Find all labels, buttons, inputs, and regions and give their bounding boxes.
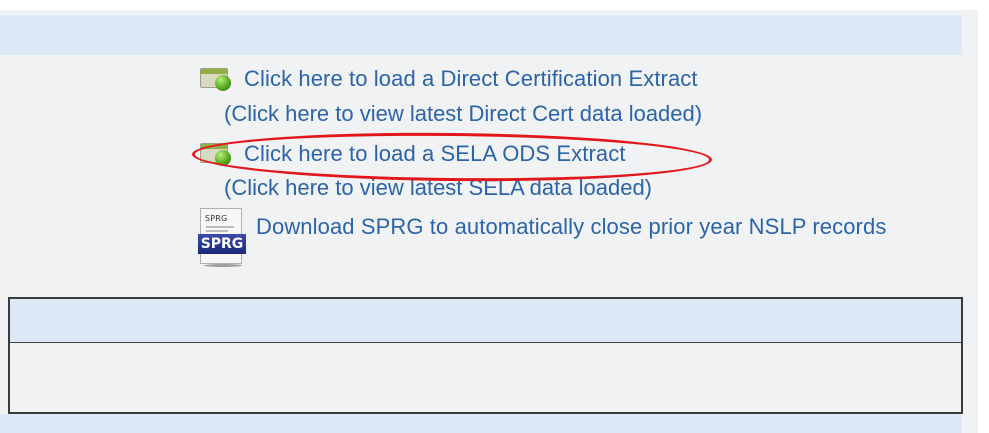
- sprg-file-icon[interactable]: SPRG SPRG: [198, 208, 246, 267]
- records-table: [8, 297, 963, 414]
- page: Click here to load a Direct Certificatio…: [0, 0, 989, 433]
- sprg-label: SPRG: [198, 234, 246, 254]
- sprg-download-link[interactable]: Download SPRG to automatically close pri…: [256, 214, 886, 240]
- sela-load-row[interactable]: Click here to load a SELA ODS Extract: [200, 141, 626, 167]
- sprg-download-row[interactable]: SPRG SPRG Download SPRG to automatically…: [198, 208, 886, 267]
- sela-view-link[interactable]: (Click here to view latest SELA data loa…: [224, 175, 652, 201]
- direct-cert-load-link[interactable]: Click here to load a Direct Certificatio…: [244, 66, 698, 92]
- records-table-header: [10, 299, 961, 343]
- direct-cert-load-row[interactable]: Click here to load a Direct Certificatio…: [200, 66, 698, 92]
- sprg-mini-text: SPRG: [205, 214, 228, 223]
- load-extract-icon[interactable]: [200, 66, 234, 92]
- section-header-band: [0, 15, 962, 55]
- direct-cert-view-link[interactable]: (Click here to view latest Direct Cert d…: [224, 101, 702, 127]
- footer-band: [0, 414, 962, 433]
- sela-load-link[interactable]: Click here to load a SELA ODS Extract: [244, 141, 626, 167]
- load-extract-icon[interactable]: [200, 141, 234, 167]
